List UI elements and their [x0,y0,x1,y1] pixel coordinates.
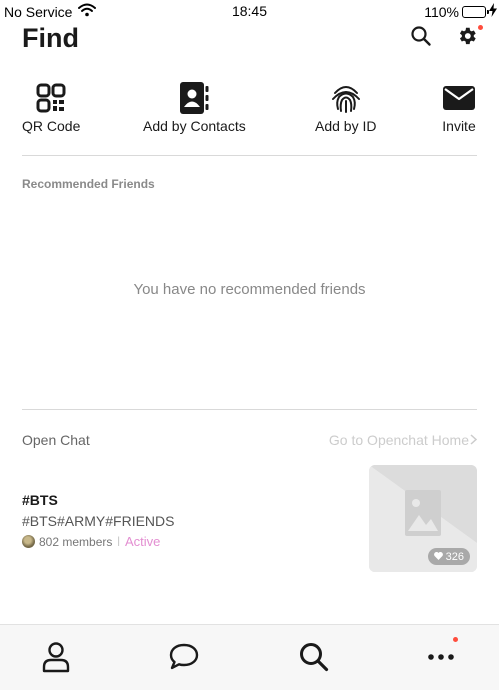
chat-tags: #BTS#ARMY#FRIENDS [22,513,175,529]
invite-button[interactable]: Invite [441,84,477,134]
search-icon [298,643,330,677]
recommended-friends-title: Recommended Friends [22,177,155,191]
search-button[interactable] [410,25,434,49]
tab-chats[interactable] [168,641,200,673]
tab-friends[interactable] [41,641,73,673]
open-chat-item[interactable]: #BTS #BTS#ARMY#FRIENDS 802 members | Act… [22,464,477,574]
contacts-book-icon [179,81,209,119]
chat-name: #BTS [22,492,58,508]
qr-code-button[interactable]: QR Code [22,83,81,134]
add-by-id-button[interactable]: Add by ID [315,84,376,134]
open-chat-label: Open Chat [22,432,90,448]
meta-separator: | [117,536,120,547]
charging-bolt-icon [489,3,497,20]
divider [22,409,477,410]
divider [22,155,477,156]
bottom-tab-bar [0,624,499,690]
search-icon [410,26,432,51]
quick-actions: QR Code Add by Contacts Add by ID Invite [0,81,499,140]
envelope-icon [442,84,476,117]
like-count: 326 [445,550,464,563]
openchat-home-label: Go to Openchat Home [328,432,469,448]
empty-recommendations-message: You have no recommended friends [133,281,366,298]
avatar [22,535,35,548]
invite-label: Invite [442,118,476,134]
tab-more[interactable] [425,637,458,673]
qr-code-icon [36,83,66,118]
status-bar: No Service 18:45 110% [0,0,499,22]
notification-dot [453,637,458,642]
add-by-contacts-label: Add by Contacts [143,118,246,134]
fingerprint-icon [330,82,362,119]
gear-icon [456,27,478,51]
battery-percent: 110% [424,3,459,20]
add-by-id-label: Add by ID [315,118,377,134]
page-header: Find [22,20,483,56]
chevron-right-icon [470,432,478,448]
chat-bubble-icon [168,643,200,675]
member-count: 802 members [39,534,113,549]
status-badge: Active [124,534,161,549]
heart-icon [433,551,443,563]
person-icon [41,642,71,677]
add-by-contacts-button[interactable]: Add by Contacts [143,81,246,134]
like-count-badge: 326 [427,548,470,565]
chat-meta: 802 members | Active [22,534,160,549]
chat-thumbnail: 326 [369,465,477,572]
more-dots-icon [425,654,457,677]
tab-find[interactable] [298,641,330,673]
battery-icon [462,5,489,18]
notification-dot [478,25,483,30]
qr-code-label: QR Code [22,118,81,134]
settings-button[interactable] [456,25,483,51]
openchat-home-link[interactable]: Go to Openchat Home [328,432,478,448]
